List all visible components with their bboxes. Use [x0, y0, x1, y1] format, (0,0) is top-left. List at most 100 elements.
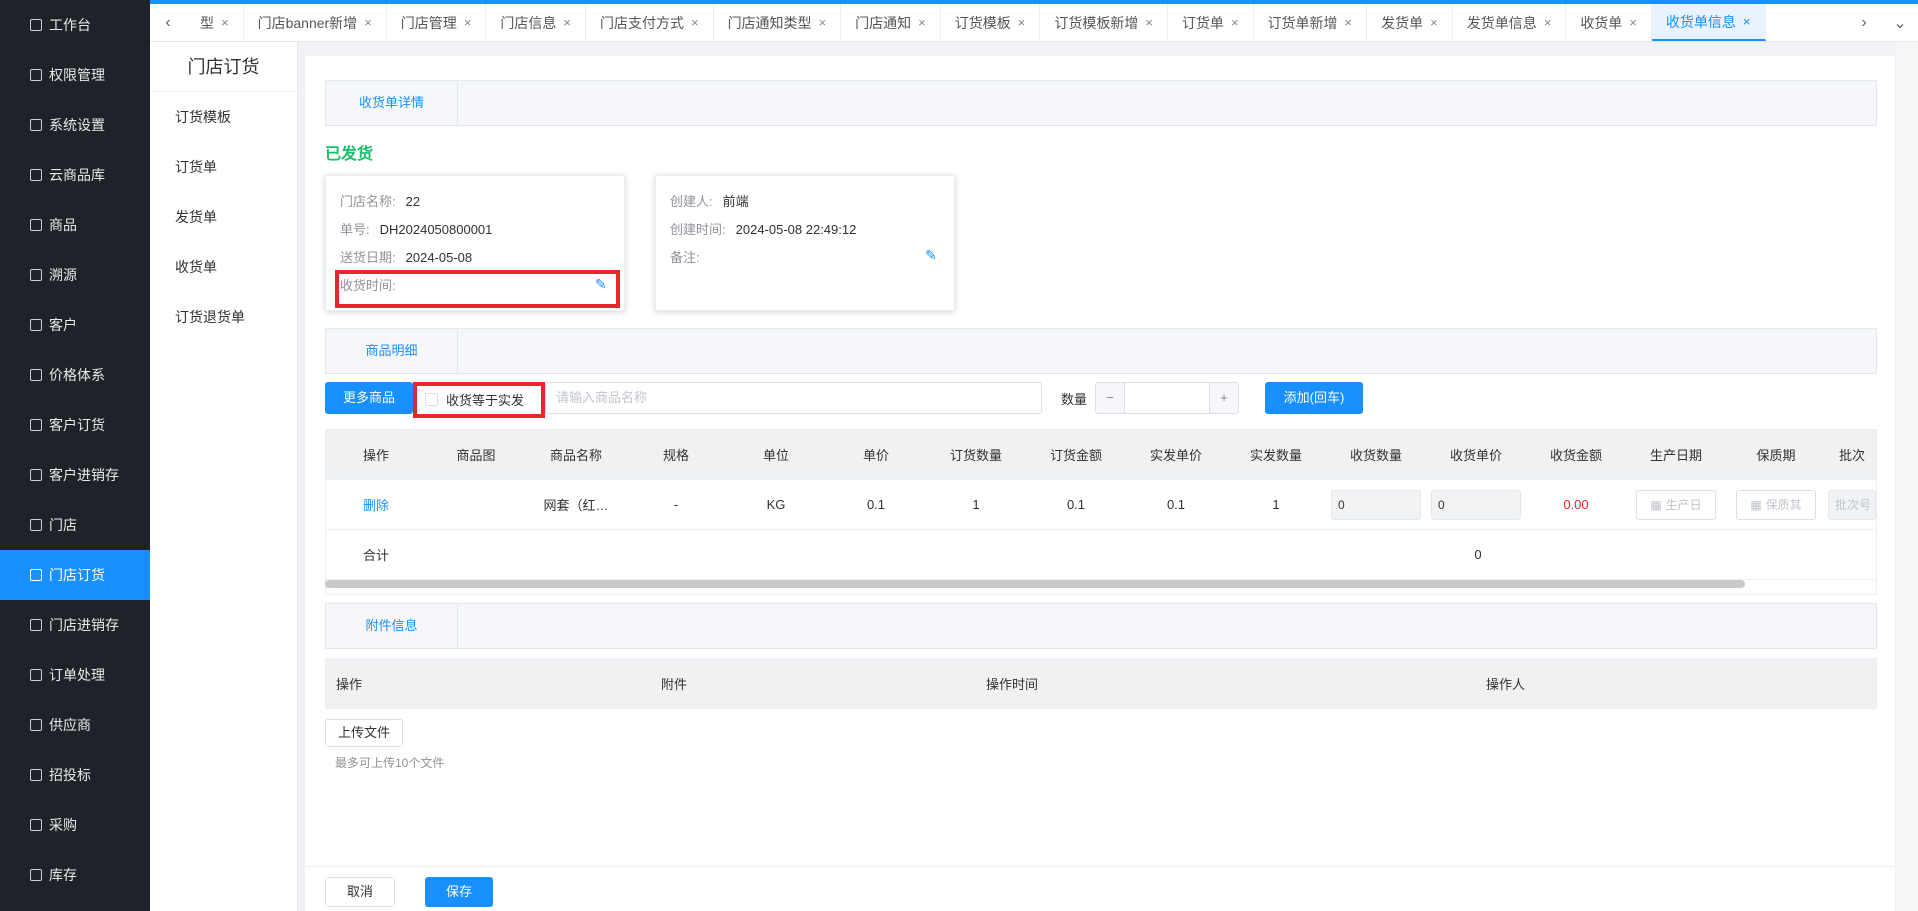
close-icon[interactable]: × — [819, 15, 827, 30]
page-vertical-scrollbar[interactable] — [1896, 42, 1918, 911]
sidebar-item-8[interactable]: 客户订货 — [0, 400, 150, 450]
tab-13[interactable]: 收货单 × — [1566, 4, 1652, 41]
sidebar-item-2[interactable]: 系统设置 — [0, 100, 150, 150]
submenu-item-2[interactable]: 发货单 — [150, 192, 297, 242]
close-icon[interactable]: × — [364, 15, 372, 30]
close-icon[interactable]: × — [691, 15, 699, 30]
tab-2[interactable]: 门店管理 × — [387, 4, 487, 41]
upload-file-button[interactable]: 上传文件 — [325, 719, 403, 747]
main-content: 收货单详情 已发货 门店名称: 22 单号: DH2024050800001 送货日… — [305, 56, 1895, 911]
submenu-item-3[interactable]: 收货单 — [150, 242, 297, 292]
sidebar-item-15[interactable]: 招投标 — [0, 750, 150, 800]
batch-input[interactable]: 批次号 — [1828, 489, 1876, 520]
submenu-item-1[interactable]: 订货单 — [150, 142, 297, 192]
sidebar-item-label: 云商品库 — [49, 167, 105, 183]
sidebar-item-10[interactable]: 门店 — [0, 500, 150, 550]
goods-column-header: 订货数量 — [949, 448, 1002, 463]
sidebar-item-6[interactable]: 客户 — [0, 300, 150, 350]
cloud-upload-icon — [30, 169, 42, 181]
store-value: 22 — [405, 194, 421, 209]
shelf-life-picker[interactable]: ▦ 保质其 — [1736, 489, 1816, 520]
sidebar-item-label: 价格体系 — [49, 367, 105, 383]
receive-price-input[interactable]: 0 — [1431, 489, 1521, 520]
tab-12[interactable]: 发货单信息 × — [1453, 4, 1567, 41]
edit-remark-icon[interactable]: ✎ — [925, 247, 937, 264]
tabs-more-icon[interactable]: ⌄ — [1882, 4, 1918, 41]
sidebar-item-4[interactable]: 商品 — [0, 200, 150, 250]
sidebar-item-5[interactable]: 溯源 — [0, 250, 150, 300]
close-icon[interactable]: × — [221, 15, 229, 30]
sidebar-item-12[interactable]: 门店进销存 — [0, 600, 150, 650]
sidebar-item-17[interactable]: 库存 — [0, 850, 150, 900]
cell-price: 0.1 — [866, 497, 886, 512]
remark-label: 备注: — [670, 250, 700, 265]
tab-4[interactable]: 门店支付方式 × — [586, 4, 714, 41]
cell-ship-price: 0.1 — [1166, 497, 1186, 512]
creator-value: 前端 — [722, 194, 749, 209]
sidebar-item-label: 采购 — [49, 817, 77, 833]
close-icon[interactable]: × — [464, 15, 472, 30]
more-goods-button[interactable]: 更多商品 — [325, 382, 413, 414]
qty-plus-button[interactable]: + — [1209, 382, 1239, 414]
close-icon[interactable]: × — [1345, 15, 1353, 30]
attachment-section-tab[interactable]: 附件信息 — [326, 604, 458, 648]
receive-qty-input[interactable]: 0 — [1331, 489, 1421, 520]
tab-6[interactable]: 门店通知 × — [841, 4, 941, 41]
tab-label: 订货单 — [1181, 14, 1224, 31]
close-icon[interactable]: × — [918, 15, 926, 30]
tabs-bar: ‹ 型 × 门店banner新增 × 门店管理 × 门店信息 × 门店支付方式 × 门店通知类型 × 门… — [150, 4, 1918, 42]
submenu-item-0[interactable]: 订货模板 — [150, 92, 297, 142]
save-button[interactable]: 保存 — [425, 877, 493, 907]
cancel-button[interactable]: 取消 — [325, 877, 395, 907]
qty-input[interactable] — [1124, 382, 1210, 414]
tab-9[interactable]: 订货单 × — [1168, 4, 1254, 41]
close-icon[interactable]: × — [1018, 15, 1026, 30]
submenu-item-4[interactable]: 订货退货单 — [150, 292, 297, 342]
tab-8[interactable]: 订货模板新增 × — [1040, 4, 1168, 41]
tab-3[interactable]: 门店信息 × — [486, 4, 586, 41]
sidebar-item-3[interactable]: 云商品库 — [0, 150, 150, 200]
close-icon[interactable]: × — [1430, 15, 1438, 30]
delete-link[interactable]: 删除 — [326, 495, 426, 514]
purchase-icon — [30, 819, 42, 831]
add-goods-button[interactable]: 添加(回车) — [1265, 382, 1363, 414]
sidebar-item-14[interactable]: 供应商 — [0, 700, 150, 750]
tab-0[interactable]: 型 × — [186, 4, 244, 41]
sidebar-item-7[interactable]: 价格体系 — [0, 350, 150, 400]
tab-14[interactable]: 收货单信息 × — [1651, 4, 1766, 41]
close-icon[interactable]: × — [563, 15, 571, 30]
receive-equals-ship-checkbox[interactable]: 收货等于实发 — [425, 390, 524, 409]
sidebar-item-11[interactable]: 门店订货 — [0, 550, 150, 600]
close-icon[interactable]: × — [1629, 15, 1637, 30]
goods-column-header: 商品名称 — [549, 448, 602, 463]
tab-1[interactable]: 门店banner新增 × — [244, 4, 387, 41]
close-icon[interactable]: × — [1145, 15, 1153, 30]
sidebar-item-16[interactable]: 采购 — [0, 800, 150, 850]
close-icon[interactable]: × — [1743, 14, 1751, 29]
detail-section-tab[interactable]: 收货单详情 — [326, 81, 458, 125]
sidebar-item-label: 客户 — [49, 317, 77, 333]
tab-5[interactable]: 门店通知类型 × — [714, 4, 842, 41]
goods-column-header: 实发数量 — [1249, 448, 1302, 463]
sidebar-item-13[interactable]: 订单处理 — [0, 650, 150, 700]
tabs-scroll-right-icon[interactable]: › — [1846, 4, 1882, 41]
tab-11[interactable]: 发货单 × — [1367, 4, 1453, 41]
sidebar-item-1[interactable]: 权限管理 — [0, 50, 150, 100]
sidebar-item-0[interactable]: 工作台 — [0, 0, 150, 50]
checkbox-box-icon[interactable] — [425, 393, 438, 406]
tabs-scroll-left-icon[interactable]: ‹ — [150, 4, 186, 41]
sidebar-item-9[interactable]: 客户进销存 — [0, 450, 150, 500]
tab-7[interactable]: 订货模板 × — [941, 4, 1041, 41]
table-horizontal-scrollbar[interactable] — [325, 580, 1745, 588]
qty-minus-button[interactable]: − — [1095, 382, 1125, 414]
production-date-picker[interactable]: ▦ 生产日 — [1636, 489, 1716, 520]
date-placeholder: 保质其 — [1765, 497, 1802, 512]
goods-section-tab[interactable]: 商品明细 — [326, 329, 458, 373]
tab-10[interactable]: 订货单新增 × — [1254, 4, 1368, 41]
close-icon[interactable]: × — [1231, 15, 1239, 30]
goods-total-row: 合计 0 — [326, 530, 1876, 580]
sidebar-item-label: 溯源 — [49, 267, 77, 283]
tab-label: 订货单新增 — [1267, 14, 1338, 31]
goods-search-input[interactable]: 请输入商品名称 — [545, 382, 1042, 414]
close-icon[interactable]: × — [1544, 15, 1552, 30]
